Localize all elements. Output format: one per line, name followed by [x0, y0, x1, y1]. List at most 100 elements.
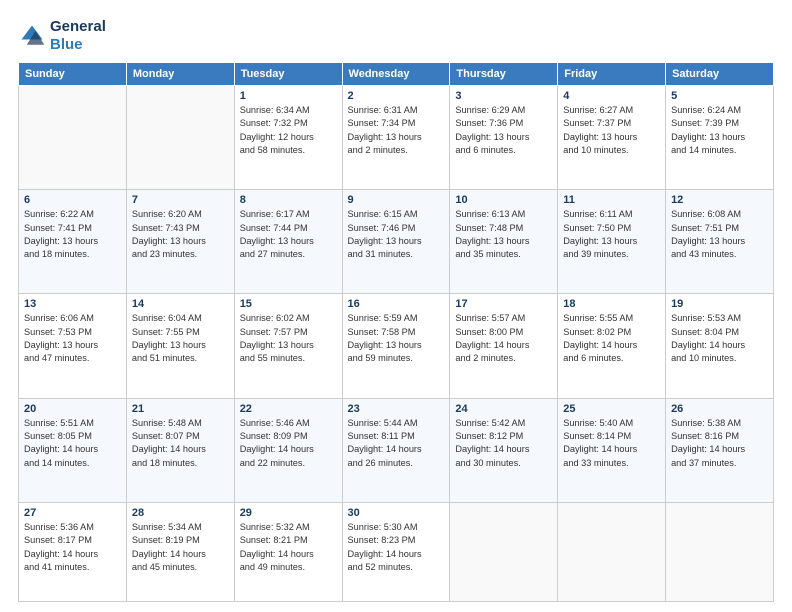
calendar-cell: 22Sunrise: 5:46 AM Sunset: 8:09 PM Dayli… [234, 398, 342, 502]
calendar-cell: 4 Sunrise: 6:27 AM Sunset: 7:37 PM Daylig… [558, 86, 666, 190]
day-number: 21 [132, 403, 229, 415]
calendar-cell [126, 86, 234, 190]
column-header-tuesday: Tuesday [234, 63, 342, 86]
calendar-cell: 13 Sunrise: 6:06 AM Sunset: 7:53 PM Dayli… [19, 294, 127, 398]
day-info: Sunrise: 6:17 AM Sunset: 7:44 PM Dayligh… [240, 208, 337, 261]
calendar-week-4: 20 Sunrise: 5:51 AM Sunset: 8:05 PM Dayli… [19, 398, 774, 502]
logo-text: General Blue [50, 18, 106, 54]
calendar-cell: 8 Sunrise: 6:17 AM Sunset: 7:44 PM Daylig… [234, 190, 342, 294]
calendar-header-row: SundayMondayTuesdayWednesdayThursdayFrid… [19, 63, 774, 86]
day-number: 7 [132, 194, 229, 206]
day-info: Sunrise: 6:34 AM Sunset: 7:32 PM Dayligh… [240, 104, 337, 157]
day-info: Sunrise: 6:29 AM Sunset: 7:36 PM Dayligh… [455, 104, 552, 157]
calendar-cell: 7Sunrise: 6:20 AM Sunset: 7:43 PM Daylig… [126, 190, 234, 294]
day-number: 3 [455, 90, 552, 102]
day-info: Sunrise: 6:15 AM Sunset: 7:46 PM Dayligh… [348, 208, 445, 261]
day-info: Sunrise: 5:57 AM Sunset: 8:00 PM Dayligh… [455, 312, 552, 365]
day-number: 28 [132, 507, 229, 519]
day-info: Sunrise: 6:31 AM Sunset: 7:34 PM Dayligh… [348, 104, 445, 157]
day-number: 9 [348, 194, 445, 206]
day-number: 19 [671, 298, 768, 310]
day-info: Sunrise: 5:53 AM Sunset: 8:04 PM Dayligh… [671, 312, 768, 365]
calendar-cell: 9 Sunrise: 6:15 AM Sunset: 7:46 PM Daylig… [342, 190, 450, 294]
calendar-cell: 20 Sunrise: 5:51 AM Sunset: 8:05 PM Dayli… [19, 398, 127, 502]
day-info: Sunrise: 5:48 AM Sunset: 8:07 PM Dayligh… [132, 417, 229, 470]
day-info: Sunrise: 6:13 AM Sunset: 7:48 PM Dayligh… [455, 208, 552, 261]
day-number: 8 [240, 194, 337, 206]
day-info: Sunrise: 6:06 AM Sunset: 7:53 PM Dayligh… [24, 312, 121, 365]
calendar-cell: 14 Sunrise: 6:04 AM Sunset: 7:55 PM Dayli… [126, 294, 234, 398]
calendar-cell: 26 Sunrise: 5:38 AM Sunset: 8:16 PM Dayli… [666, 398, 774, 502]
day-number: 13 [24, 298, 121, 310]
day-info: Sunrise: 5:51 AM Sunset: 8:05 PM Dayligh… [24, 417, 121, 470]
calendar-cell: 27 Sunrise: 5:36 AM Sunset: 8:17 PM Dayli… [19, 502, 127, 601]
day-info: Sunrise: 5:32 AM Sunset: 8:21 PM Dayligh… [240, 521, 337, 574]
day-number: 25 [563, 403, 660, 415]
calendar-week-2: 6 Sunrise: 6:22 AM Sunset: 7:41 PM Daylig… [19, 190, 774, 294]
calendar-cell: 16Sunrise: 5:59 AM Sunset: 7:58 PM Dayli… [342, 294, 450, 398]
day-info: Sunrise: 5:44 AM Sunset: 8:11 PM Dayligh… [348, 417, 445, 470]
page: General Blue SundayMondayTuesdayWednesda… [0, 0, 792, 612]
day-number: 4 [563, 90, 660, 102]
calendar-week-3: 13 Sunrise: 6:06 AM Sunset: 7:53 PM Dayli… [19, 294, 774, 398]
calendar-table: SundayMondayTuesdayWednesdayThursdayFrid… [18, 62, 774, 602]
day-number: 20 [24, 403, 121, 415]
day-info: Sunrise: 6:22 AM Sunset: 7:41 PM Dayligh… [24, 208, 121, 261]
column-header-friday: Friday [558, 63, 666, 86]
calendar-cell: 19 Sunrise: 5:53 AM Sunset: 8:04 PM Dayli… [666, 294, 774, 398]
day-info: Sunrise: 6:08 AM Sunset: 7:51 PM Dayligh… [671, 208, 768, 261]
day-info: Sunrise: 5:34 AM Sunset: 8:19 PM Dayligh… [132, 521, 229, 574]
day-number: 14 [132, 298, 229, 310]
calendar-cell [450, 502, 558, 601]
day-number: 12 [671, 194, 768, 206]
calendar-cell: 10Sunrise: 6:13 AM Sunset: 7:48 PM Dayli… [450, 190, 558, 294]
day-info: Sunrise: 5:42 AM Sunset: 8:12 PM Dayligh… [455, 417, 552, 470]
header: General Blue [18, 18, 774, 54]
calendar-cell: 3 Sunrise: 6:29 AM Sunset: 7:36 PM Daylig… [450, 86, 558, 190]
day-info: Sunrise: 5:36 AM Sunset: 8:17 PM Dayligh… [24, 521, 121, 574]
calendar-cell: 11 Sunrise: 6:11 AM Sunset: 7:50 PM Dayli… [558, 190, 666, 294]
calendar-cell: 23 Sunrise: 5:44 AM Sunset: 8:11 PM Dayli… [342, 398, 450, 502]
day-number: 18 [563, 298, 660, 310]
calendar-week-1: 1 Sunrise: 6:34 AM Sunset: 7:32 PM Daylig… [19, 86, 774, 190]
day-info: Sunrise: 6:24 AM Sunset: 7:39 PM Dayligh… [671, 104, 768, 157]
day-number: 15 [240, 298, 337, 310]
day-info: Sunrise: 6:27 AM Sunset: 7:37 PM Dayligh… [563, 104, 660, 157]
day-number: 30 [348, 507, 445, 519]
day-number: 1 [240, 90, 337, 102]
day-number: 2 [348, 90, 445, 102]
calendar-cell: 5 Sunrise: 6:24 AM Sunset: 7:39 PM Daylig… [666, 86, 774, 190]
day-info: Sunrise: 5:38 AM Sunset: 8:16 PM Dayligh… [671, 417, 768, 470]
calendar-cell [558, 502, 666, 601]
day-info: Sunrise: 5:40 AM Sunset: 8:14 PM Dayligh… [563, 417, 660, 470]
column-header-thursday: Thursday [450, 63, 558, 86]
calendar-cell [666, 502, 774, 601]
calendar-week-5: 27 Sunrise: 5:36 AM Sunset: 8:17 PM Dayli… [19, 502, 774, 601]
day-number: 23 [348, 403, 445, 415]
day-info: Sunrise: 6:02 AM Sunset: 7:57 PM Dayligh… [240, 312, 337, 365]
day-number: 26 [671, 403, 768, 415]
calendar-cell: 6 Sunrise: 6:22 AM Sunset: 7:41 PM Daylig… [19, 190, 127, 294]
calendar-cell: 2 Sunrise: 6:31 AM Sunset: 7:34 PM Daylig… [342, 86, 450, 190]
day-info: Sunrise: 5:46 AM Sunset: 8:09 PM Dayligh… [240, 417, 337, 470]
day-info: Sunrise: 5:59 AM Sunset: 7:58 PM Dayligh… [348, 312, 445, 365]
calendar-cell: 25 Sunrise: 5:40 AM Sunset: 8:14 PM Dayli… [558, 398, 666, 502]
column-header-saturday: Saturday [666, 63, 774, 86]
day-number: 11 [563, 194, 660, 206]
calendar-cell: 28 Sunrise: 5:34 AM Sunset: 8:19 PM Dayli… [126, 502, 234, 601]
day-info: Sunrise: 5:55 AM Sunset: 8:02 PM Dayligh… [563, 312, 660, 365]
calendar-cell: 30 Sunrise: 5:30 AM Sunset: 8:23 PM Dayli… [342, 502, 450, 601]
logo-icon [18, 22, 46, 50]
calendar-cell: 12 Sunrise: 6:08 AM Sunset: 7:51 PM Dayli… [666, 190, 774, 294]
day-info: Sunrise: 6:11 AM Sunset: 7:50 PM Dayligh… [563, 208, 660, 261]
day-number: 27 [24, 507, 121, 519]
day-number: 6 [24, 194, 121, 206]
day-info: Sunrise: 5:30 AM Sunset: 8:23 PM Dayligh… [348, 521, 445, 574]
calendar-cell: 24Sunrise: 5:42 AM Sunset: 8:12 PM Dayli… [450, 398, 558, 502]
calendar-cell: 29Sunrise: 5:32 AM Sunset: 8:21 PM Dayli… [234, 502, 342, 601]
day-info: Sunrise: 6:04 AM Sunset: 7:55 PM Dayligh… [132, 312, 229, 365]
column-header-sunday: Sunday [19, 63, 127, 86]
calendar-cell: 1 Sunrise: 6:34 AM Sunset: 7:32 PM Daylig… [234, 86, 342, 190]
calendar-cell: 21 Sunrise: 5:48 AM Sunset: 8:07 PM Dayli… [126, 398, 234, 502]
day-number: 5 [671, 90, 768, 102]
